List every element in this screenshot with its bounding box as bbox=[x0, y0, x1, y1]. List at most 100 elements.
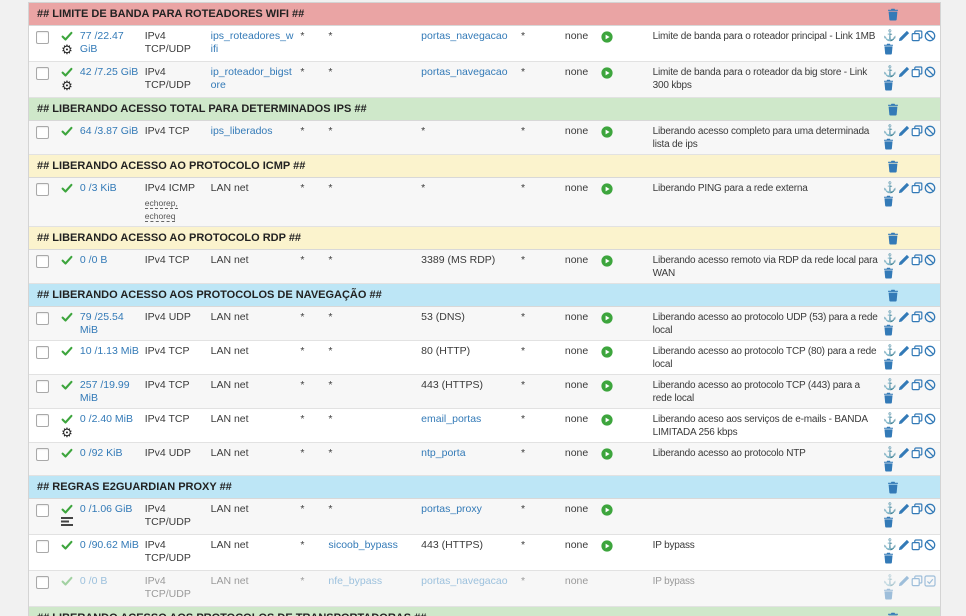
source-alias-link[interactable]: ips_liberados bbox=[211, 125, 273, 137]
row-checkbox[interactable] bbox=[36, 414, 49, 427]
delete-rule-icon[interactable] bbox=[883, 426, 894, 438]
row-checkbox[interactable] bbox=[36, 126, 49, 139]
delete-rule-icon[interactable] bbox=[883, 552, 894, 564]
delete-separator-icon[interactable] bbox=[887, 481, 899, 494]
delete-rule-icon[interactable] bbox=[883, 79, 894, 91]
anchor-icon[interactable]: ⚓ bbox=[883, 345, 897, 357]
edit-rule-icon[interactable] bbox=[898, 447, 910, 459]
delete-rule-icon[interactable] bbox=[883, 43, 894, 55]
edit-rule-icon[interactable] bbox=[898, 311, 910, 323]
states-link[interactable]: 0 /1.06 GiB bbox=[80, 503, 133, 515]
copy-rule-icon[interactable] bbox=[911, 539, 923, 551]
states-link[interactable]: 79 /25.54 MiB bbox=[80, 311, 124, 336]
anchor-icon[interactable]: ⚓ bbox=[883, 413, 897, 425]
edit-rule-icon[interactable] bbox=[898, 182, 910, 194]
rule-row[interactable]: 0 /92 KiB IPv4 UDP LAN net * * ntp_porta… bbox=[29, 443, 940, 476]
anchor-icon[interactable]: ⚓ bbox=[883, 254, 897, 266]
copy-rule-icon[interactable] bbox=[911, 254, 923, 266]
rule-row[interactable]: 0 /1.06 GiB IPv4 TCP/UDP LAN net * * por… bbox=[29, 499, 940, 535]
enable-rule-icon[interactable] bbox=[924, 575, 936, 587]
disable-rule-icon[interactable] bbox=[924, 125, 936, 137]
anchor-icon[interactable]: ⚓ bbox=[883, 539, 897, 551]
dest-port-alias-link[interactable]: ntp_porta bbox=[421, 447, 465, 459]
states-link[interactable]: 0 /90.62 MiB bbox=[80, 539, 139, 551]
copy-rule-icon[interactable] bbox=[911, 125, 923, 137]
edit-rule-icon[interactable] bbox=[898, 66, 910, 78]
states-link[interactable]: 0 /0 B bbox=[80, 575, 107, 587]
copy-rule-icon[interactable] bbox=[911, 379, 923, 391]
delete-separator-icon[interactable] bbox=[887, 160, 899, 173]
edit-rule-icon[interactable] bbox=[898, 539, 910, 551]
delete-rule-icon[interactable] bbox=[883, 138, 894, 150]
rule-row[interactable]: ⚙ 42 /7.25 GiB IPv4 TCP/UDP ip_roteador_… bbox=[29, 62, 940, 98]
edit-rule-icon[interactable] bbox=[898, 30, 910, 42]
row-checkbox[interactable] bbox=[36, 448, 49, 461]
dest-port-alias-link[interactable]: email_portas bbox=[421, 413, 481, 425]
row-checkbox[interactable] bbox=[36, 255, 49, 268]
rule-row[interactable]: 10 /1.13 MiB IPv4 TCP LAN net * * 80 (HT… bbox=[29, 341, 940, 375]
row-checkbox[interactable] bbox=[36, 504, 49, 517]
delete-rule-icon[interactable] bbox=[883, 195, 894, 207]
delete-separator-icon[interactable] bbox=[887, 289, 899, 302]
rule-row[interactable]: 0 /0 B IPv4 TCP/UDP LAN net * nfe_bypass… bbox=[29, 571, 940, 607]
edit-rule-icon[interactable] bbox=[898, 254, 910, 266]
rule-row[interactable]: ⚙ 77 /22.47 GiB IPv4 TCP/UDP ips_roteado… bbox=[29, 26, 940, 62]
disable-rule-icon[interactable] bbox=[924, 379, 936, 391]
states-link[interactable]: 0 /3 KiB bbox=[80, 182, 117, 194]
destination-alias-link[interactable]: sicoob_bypass bbox=[328, 539, 397, 551]
source-alias-link[interactable]: ip_roteador_bigstore bbox=[211, 66, 292, 91]
rule-row[interactable]: 0 /3 KiB IPv4 ICMP echorep,echoreq LAN n… bbox=[29, 178, 940, 227]
disable-rule-icon[interactable] bbox=[924, 413, 936, 425]
disable-rule-icon[interactable] bbox=[924, 539, 936, 551]
protocol-note-link[interactable]: echorep, bbox=[145, 198, 178, 209]
edit-rule-icon[interactable] bbox=[898, 575, 910, 587]
disable-rule-icon[interactable] bbox=[924, 447, 936, 459]
rule-row[interactable]: 64 /3.87 GiB IPv4 TCP ips_liberados * * … bbox=[29, 121, 940, 155]
states-link[interactable]: 0 /0 B bbox=[80, 254, 107, 266]
edit-rule-icon[interactable] bbox=[898, 413, 910, 425]
delete-rule-icon[interactable] bbox=[883, 588, 894, 600]
rule-row[interactable]: ⚙ 0 /2.40 MiB IPv4 TCP LAN net * * email… bbox=[29, 409, 940, 443]
disable-rule-icon[interactable] bbox=[924, 66, 936, 78]
delete-rule-icon[interactable] bbox=[883, 516, 894, 528]
delete-separator-icon[interactable] bbox=[887, 103, 899, 116]
dest-port-alias-link[interactable]: portas_navegacao bbox=[421, 30, 507, 42]
copy-rule-icon[interactable] bbox=[911, 503, 923, 515]
states-link[interactable]: 64 /3.87 GiB bbox=[80, 125, 138, 137]
disable-rule-icon[interactable] bbox=[924, 254, 936, 266]
row-checkbox[interactable] bbox=[36, 346, 49, 359]
edit-rule-icon[interactable] bbox=[898, 345, 910, 357]
row-checkbox[interactable] bbox=[36, 183, 49, 196]
edit-rule-icon[interactable] bbox=[898, 379, 910, 391]
rule-row[interactable]: 257 /19.99 MiB IPv4 TCP LAN net * * 443 … bbox=[29, 375, 940, 409]
anchor-icon[interactable]: ⚓ bbox=[883, 379, 897, 391]
disable-rule-icon[interactable] bbox=[924, 345, 936, 357]
disable-rule-icon[interactable] bbox=[924, 503, 936, 515]
anchor-icon[interactable]: ⚓ bbox=[883, 311, 897, 323]
row-checkbox[interactable] bbox=[36, 576, 49, 589]
copy-rule-icon[interactable] bbox=[911, 66, 923, 78]
disable-rule-icon[interactable] bbox=[924, 311, 936, 323]
states-link[interactable]: 10 /1.13 MiB bbox=[80, 345, 139, 357]
rule-row[interactable]: 0 /90.62 MiB IPv4 TCP/UDP LAN net * sico… bbox=[29, 535, 940, 571]
states-link[interactable]: 77 /22.47 GiB bbox=[80, 30, 124, 55]
rule-row[interactable]: 0 /0 B IPv4 TCP LAN net * * 3389 (MS RDP… bbox=[29, 250, 940, 284]
anchor-icon[interactable]: ⚓ bbox=[883, 66, 897, 78]
copy-rule-icon[interactable] bbox=[911, 30, 923, 42]
delete-rule-icon[interactable] bbox=[883, 392, 894, 404]
destination-alias-link[interactable]: nfe_bypass bbox=[328, 575, 382, 587]
copy-rule-icon[interactable] bbox=[911, 447, 923, 459]
protocol-note-link[interactable]: echoreq bbox=[145, 211, 176, 222]
copy-rule-icon[interactable] bbox=[911, 413, 923, 425]
disable-rule-icon[interactable] bbox=[924, 30, 936, 42]
dest-port-alias-link[interactable]: portas_proxy bbox=[421, 503, 482, 515]
anchor-icon[interactable]: ⚓ bbox=[883, 30, 897, 42]
copy-rule-icon[interactable] bbox=[911, 311, 923, 323]
anchor-icon[interactable]: ⚓ bbox=[883, 125, 897, 137]
dest-port-alias-link[interactable]: portas_navegacao bbox=[421, 66, 507, 78]
states-link[interactable]: 257 /19.99 MiB bbox=[80, 379, 130, 404]
delete-rule-icon[interactable] bbox=[883, 358, 894, 370]
copy-rule-icon[interactable] bbox=[911, 575, 923, 587]
delete-rule-icon[interactable] bbox=[883, 267, 894, 279]
copy-rule-icon[interactable] bbox=[911, 345, 923, 357]
